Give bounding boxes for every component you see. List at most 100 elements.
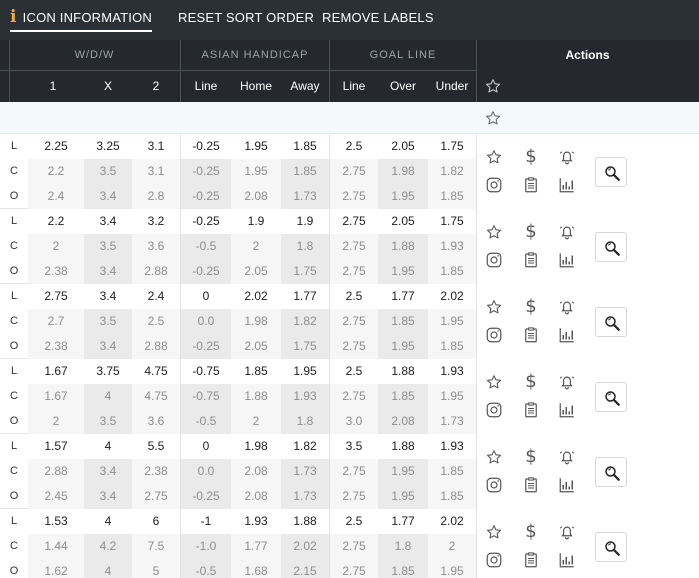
bar-chart-icon[interactable] <box>558 476 576 494</box>
odds-cell-ah-away[interactable]: 1.95 <box>281 359 329 384</box>
odds-cell-away-win[interactable]: 2.38 <box>132 459 180 484</box>
odds-cell-gl-over[interactable]: 1.77 <box>378 284 428 309</box>
odds-cell-ah-away[interactable]: 1.82 <box>281 434 329 459</box>
odds-cell-away-win[interactable]: 4.75 <box>132 359 180 384</box>
odds-cell-home-win[interactable]: 1.67 <box>28 384 84 409</box>
odds-cell-draw[interactable]: 4.2 <box>84 534 132 559</box>
instagram-icon[interactable] <box>485 401 503 419</box>
match-details-button[interactable] <box>595 382 627 412</box>
odds-cell-draw[interactable]: 3.5 <box>84 409 132 434</box>
odds-cell-home-win[interactable]: 1.44 <box>28 534 84 559</box>
odds-cell-ah-away[interactable]: 1.85 <box>281 159 329 184</box>
odds-cell-gl-under[interactable]: 1.85 <box>428 259 476 284</box>
odds-cell-ah-home[interactable]: 2.08 <box>231 459 281 484</box>
odds-cell-ah-line[interactable]: -0.25 <box>180 484 231 509</box>
odds-cell-ah-home[interactable]: 2.08 <box>231 484 281 509</box>
bar-chart-icon[interactable] <box>558 401 576 419</box>
odds-cell-gl-over[interactable]: 1.95 <box>378 484 428 509</box>
odds-cell-ah-home[interactable]: 2 <box>231 409 281 434</box>
bar-chart-icon[interactable] <box>558 551 576 569</box>
dollar-icon[interactable]: $ <box>522 223 540 241</box>
odds-cell-ah-home[interactable]: 2.08 <box>231 184 281 209</box>
odds-cell-draw[interactable]: 3.4 <box>84 259 132 284</box>
odds-cell-gl-line[interactable]: 2.75 <box>329 459 378 484</box>
odds-cell-gl-line[interactable]: 2.75 <box>329 234 378 259</box>
odds-cell-ah-away[interactable]: 1.73 <box>281 459 329 484</box>
odds-cell-ah-away[interactable]: 1.85 <box>281 134 329 159</box>
col-header-gl-over[interactable]: Over <box>378 71 428 102</box>
instagram-icon[interactable] <box>485 176 503 194</box>
odds-cell-gl-line[interactable]: 2.75 <box>329 534 378 559</box>
bar-chart-icon[interactable] <box>558 176 576 194</box>
odds-cell-gl-under[interactable]: 2.02 <box>428 509 476 534</box>
bell-icon[interactable] <box>558 223 576 241</box>
odds-cell-ah-line[interactable]: 0 <box>180 434 231 459</box>
bell-icon[interactable] <box>558 298 576 316</box>
odds-cell-draw[interactable]: 3.25 <box>84 134 132 159</box>
odds-cell-home-win[interactable]: 2 <box>28 409 84 434</box>
dollar-icon[interactable]: $ <box>522 523 540 541</box>
odds-cell-ah-away[interactable]: 1.73 <box>281 484 329 509</box>
odds-cell-gl-under[interactable]: 2.02 <box>428 284 476 309</box>
odds-cell-gl-under[interactable]: 1.75 <box>428 209 476 234</box>
odds-cell-ah-away[interactable]: 1.9 <box>281 209 329 234</box>
odds-cell-gl-line[interactable]: 2.75 <box>329 259 378 284</box>
odds-cell-home-win[interactable]: 1.67 <box>28 359 84 384</box>
bell-icon[interactable] <box>558 148 576 166</box>
odds-cell-gl-over[interactable]: 1.95 <box>378 184 428 209</box>
star-icon[interactable] <box>486 299 504 317</box>
odds-cell-gl-over[interactable]: 1.77 <box>378 509 428 534</box>
odds-cell-ah-away[interactable]: 2.15 <box>281 559 329 578</box>
odds-cell-ah-home[interactable]: 2 <box>231 234 281 259</box>
odds-cell-gl-under[interactable]: 1.93 <box>428 434 476 459</box>
odds-cell-ah-away[interactable]: 1.77 <box>281 284 329 309</box>
col-header-gl-line[interactable]: Line <box>330 71 378 102</box>
bar-chart-icon[interactable] <box>558 326 576 344</box>
odds-cell-gl-over[interactable]: 1.95 <box>378 259 428 284</box>
odds-cell-gl-under[interactable]: 1.95 <box>428 559 476 578</box>
odds-cell-away-win[interactable]: 3.1 <box>132 159 180 184</box>
odds-cell-away-win[interactable]: 2.4 <box>132 284 180 309</box>
odds-cell-ah-home[interactable]: 1.9 <box>231 209 281 234</box>
odds-cell-away-win[interactable]: 3.6 <box>132 409 180 434</box>
odds-cell-gl-under[interactable]: 1.85 <box>428 184 476 209</box>
odds-cell-gl-line[interactable]: 2.5 <box>329 359 378 384</box>
odds-cell-gl-under[interactable]: 1.73 <box>428 409 476 434</box>
odds-cell-gl-over[interactable]: 1.85 <box>378 559 428 578</box>
odds-cell-ah-home[interactable]: 1.95 <box>231 134 281 159</box>
odds-cell-ah-away[interactable]: 2.02 <box>281 534 329 559</box>
odds-cell-ah-line[interactable]: -1.0 <box>180 534 231 559</box>
odds-cell-gl-line[interactable]: 2.75 <box>329 159 378 184</box>
odds-cell-draw[interactable]: 3.5 <box>84 159 132 184</box>
odds-cell-gl-over[interactable]: 2.05 <box>378 209 428 234</box>
clipboard-icon[interactable] <box>522 476 540 494</box>
odds-cell-gl-over[interactable]: 1.88 <box>378 234 428 259</box>
odds-cell-ah-home[interactable]: 1.77 <box>231 534 281 559</box>
odds-cell-away-win[interactable]: 5.5 <box>132 434 180 459</box>
star-icon[interactable] <box>486 524 504 542</box>
odds-cell-gl-line[interactable]: 2.75 <box>329 309 378 334</box>
odds-cell-gl-under[interactable]: 1.85 <box>428 459 476 484</box>
odds-cell-gl-under[interactable]: 1.95 <box>428 384 476 409</box>
odds-cell-draw[interactable]: 3.4 <box>84 459 132 484</box>
odds-cell-gl-over[interactable]: 1.8 <box>378 534 428 559</box>
odds-cell-gl-line[interactable]: 2.75 <box>329 334 378 359</box>
odds-cell-ah-line[interactable]: 0 <box>180 284 231 309</box>
dollar-icon[interactable]: $ <box>522 148 540 166</box>
odds-cell-gl-under[interactable]: 1.85 <box>428 334 476 359</box>
odds-cell-gl-over[interactable]: 1.88 <box>378 359 428 384</box>
odds-cell-gl-under[interactable]: 2 <box>428 534 476 559</box>
icon-information-button[interactable]: i ICON INFORMATION <box>10 4 153 32</box>
odds-cell-gl-line[interactable]: 2.5 <box>329 284 378 309</box>
odds-cell-gl-over[interactable]: 2.08 <box>378 409 428 434</box>
star-icon[interactable] <box>485 110 501 126</box>
odds-cell-ah-line[interactable]: -0.5 <box>180 234 231 259</box>
bar-chart-icon[interactable] <box>558 251 576 269</box>
col-header-ah-home[interactable]: Home <box>231 71 281 102</box>
odds-cell-draw[interactable]: 3.4 <box>84 184 132 209</box>
clipboard-icon[interactable] <box>522 176 540 194</box>
odds-cell-draw[interactable]: 4 <box>84 434 132 459</box>
odds-cell-gl-line[interactable]: 2.5 <box>329 509 378 534</box>
odds-cell-home-win[interactable]: 2.75 <box>28 284 84 309</box>
reset-sort-order-button[interactable]: RESET SORT ORDER <box>178 0 314 40</box>
